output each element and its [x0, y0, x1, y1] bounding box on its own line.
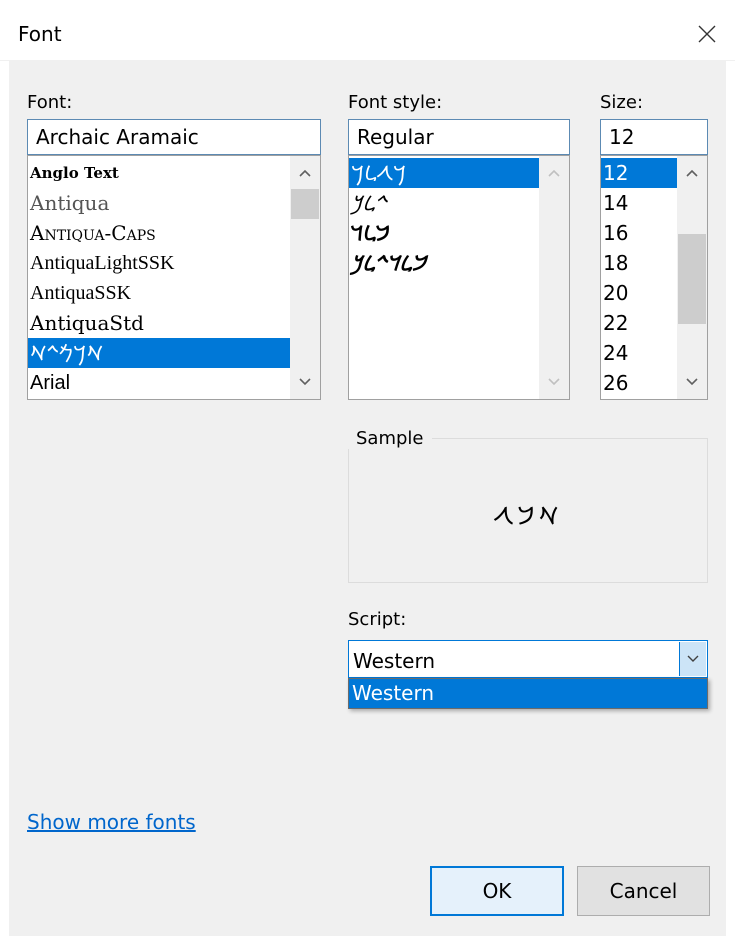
chevron-down-icon	[548, 378, 560, 386]
script-label: Script:	[348, 609, 407, 630]
font-list-scrollbar[interactable]	[290, 156, 320, 399]
list-item[interactable]: 22	[601, 308, 677, 338]
font-list[interactable]: Anglo Text Antiqua Antiqua-Caps AntiquaL…	[27, 155, 321, 400]
font-style-list[interactable]: 𐡓𐡂𐡋𐡓 𐡉𐡋𐡊 𐡁𐡋𐡃 𐡁𐡋𐡃𐡉𐡋𐡊	[348, 155, 570, 400]
list-item[interactable]: Antiqua	[28, 188, 290, 218]
list-item[interactable]: 14	[601, 188, 677, 218]
scroll-down-button[interactable]	[677, 367, 707, 397]
script-dropdown-list: Western	[348, 678, 708, 709]
sample-preview-text: 𐡀𐡁𐡂	[493, 502, 563, 530]
list-item[interactable]: Antiqua-Caps	[28, 218, 290, 248]
font-name-input[interactable]: Archaic Aramaic	[27, 119, 321, 155]
font-style-input[interactable]: Regular	[348, 119, 570, 155]
scroll-down-button[interactable]	[290, 367, 320, 397]
window-title: Font	[18, 22, 62, 46]
script-select-value: Western	[353, 649, 436, 673]
list-item[interactable]: 𐡉𐡋𐡊	[349, 188, 539, 218]
font-style-scrollbar[interactable]	[539, 156, 569, 399]
chevron-down-icon	[687, 655, 699, 662]
size-list[interactable]: 12 14 16 18 20 22 24 26	[600, 155, 708, 400]
list-item[interactable]: 𐡁𐡋𐡃𐡉𐡋𐡊	[349, 248, 539, 278]
list-item[interactable]: Anglo Text	[28, 158, 290, 188]
size-list-scrollbar[interactable]	[677, 156, 707, 399]
chevron-up-icon	[686, 169, 698, 177]
chevron-down-icon	[299, 378, 311, 386]
list-item[interactable]: 20	[601, 278, 677, 308]
size-label: Size:	[600, 92, 644, 113]
list-item[interactable]: 𐡁𐡋𐡃	[349, 218, 539, 248]
list-item[interactable]: Arial	[28, 368, 290, 398]
cancel-button[interactable]: Cancel	[577, 866, 710, 916]
close-icon	[698, 25, 716, 43]
script-dropdown-button[interactable]	[679, 642, 706, 676]
font-dialog: Font Font: Archaic Aramaic Anglo Text An…	[0, 0, 735, 944]
scroll-thumb[interactable]	[291, 189, 319, 219]
script-select[interactable]: Western	[348, 640, 708, 678]
chevron-down-icon	[686, 378, 698, 386]
list-item[interactable]: 18	[601, 248, 677, 278]
list-item[interactable]: 16	[601, 218, 677, 248]
scroll-thumb[interactable]	[678, 234, 706, 324]
list-item-selected[interactable]: 𐡀𐡓𐡌𐡉𐡀	[28, 338, 290, 368]
size-input[interactable]: 12	[600, 119, 708, 155]
scroll-up-button[interactable]	[677, 158, 707, 188]
font-style-label: Font style:	[348, 92, 443, 113]
scroll-down-button[interactable]	[539, 367, 569, 397]
title-bar: Font	[0, 0, 735, 61]
scroll-up-button[interactable]	[290, 158, 320, 188]
chevron-up-icon	[548, 169, 560, 177]
list-item-selected[interactable]: 𐡓𐡂𐡋𐡓	[349, 158, 539, 188]
list-item[interactable]: 24	[601, 338, 677, 368]
sample-groupbox: 𐡀𐡁𐡂	[348, 438, 708, 583]
sample-label: Sample	[348, 428, 432, 449]
list-item-selected[interactable]: 12	[601, 158, 677, 188]
close-button[interactable]	[679, 8, 735, 60]
list-item[interactable]: 26	[601, 368, 677, 398]
show-more-fonts-link[interactable]: Show more fonts	[27, 810, 196, 834]
font-label: Font:	[27, 92, 73, 113]
script-option-western[interactable]: Western	[349, 679, 707, 708]
list-item[interactable]: AntiquaSSK	[28, 278, 290, 308]
chevron-up-icon	[299, 169, 311, 177]
list-item[interactable]: AntiquaStd	[28, 308, 290, 338]
scroll-up-button[interactable]	[539, 158, 569, 188]
list-item[interactable]: AntiquaLightSSK	[28, 248, 290, 278]
dialog-client-area: Font: Archaic Aramaic Anglo Text Antiqua…	[9, 60, 726, 936]
ok-button[interactable]: OK	[430, 866, 564, 916]
